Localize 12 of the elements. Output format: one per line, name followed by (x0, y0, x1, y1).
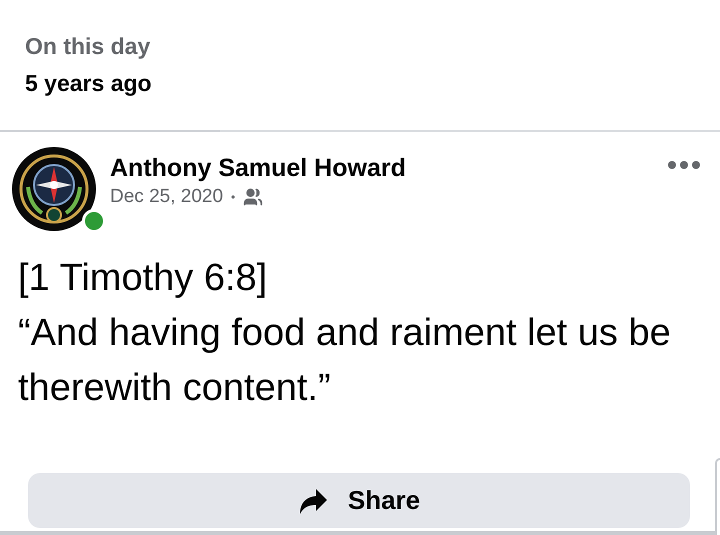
author-name[interactable]: Anthony Samuel Howard (110, 153, 666, 183)
more-icon (668, 161, 700, 169)
share-arrow-icon (298, 486, 328, 514)
post-date[interactable]: Dec 25, 2020 (110, 185, 224, 209)
people-icon (243, 187, 264, 207)
share-button[interactable]: Share (28, 473, 690, 528)
separator: • (231, 189, 236, 206)
post-text: “And having food and raiment let us be therewith content.” (18, 311, 672, 411)
section-title: On this day (25, 32, 152, 60)
section-subtitle: 5 years ago (25, 69, 153, 97)
more-options-button[interactable] (666, 159, 702, 171)
post-text: [1 Timothy 6:8] (18, 256, 268, 301)
